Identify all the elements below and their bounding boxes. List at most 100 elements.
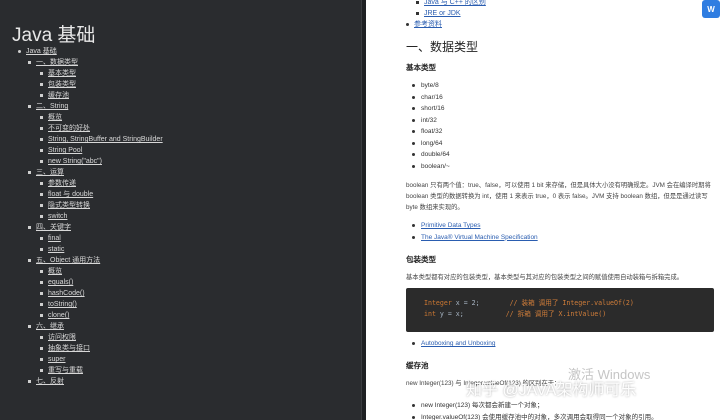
list-item: double/64	[412, 149, 450, 161]
bullet-icon	[40, 237, 43, 240]
toc-subitem[interactable]: switch	[40, 211, 163, 222]
toc-section[interactable]: 七、反射	[28, 376, 163, 387]
toc-subitem[interactable]: 包装类型	[40, 79, 163, 90]
bullet-icon	[40, 292, 43, 295]
bullet-icon	[40, 160, 43, 163]
bullet-icon	[412, 107, 415, 111]
bullet-icon	[412, 95, 415, 99]
bullet-icon	[40, 369, 43, 372]
toc-subitem[interactable]: 访问权限	[40, 332, 163, 343]
list-item[interactable]: Primitive Data Types	[412, 220, 538, 232]
toc-subitem[interactable]: 概览	[40, 112, 163, 123]
code-line: int y = x; // 拆箱 调用了 X.intValue()	[424, 310, 607, 318]
toc-subitem[interactable]: final	[40, 233, 163, 244]
bullet-icon	[412, 235, 415, 239]
bullet-icon	[28, 61, 31, 64]
subheading-cache: 缓存池	[406, 361, 429, 370]
bullet-icon	[28, 380, 31, 383]
bullet-icon	[40, 336, 43, 339]
top-nav: Java 与 C++ 的区别 JRE or JDK 参考资料	[406, 0, 486, 30]
toc-section[interactable]: 六、继承	[28, 321, 163, 332]
nav-item[interactable]: JRE or JDK	[416, 8, 486, 19]
toc-subitem[interactable]: 基本类型	[40, 68, 163, 79]
cache-list: new Integer(123) 每次都会新建一个对象； Integer.val…	[412, 400, 658, 420]
toc-section[interactable]: 五、Object 通用方法	[28, 255, 163, 266]
nav-item[interactable]: 参考资料	[406, 19, 486, 30]
zhihu-watermark: 知乎 @JAVA架构师可乐	[466, 382, 637, 399]
toc-subitem[interactable]: String, StringBuffer and StringBuilder	[40, 134, 163, 145]
bullet-icon	[28, 226, 31, 229]
list-item: char/16	[412, 92, 450, 104]
bullet-icon	[40, 347, 43, 350]
toc-section[interactable]: 三、运算	[28, 167, 163, 178]
toc-subitem[interactable]: clone()	[40, 310, 163, 321]
bullet-icon	[412, 404, 415, 408]
bullet-icon	[28, 171, 31, 174]
list-item: short/16	[412, 103, 450, 115]
toc-subitem[interactable]: equals()	[40, 277, 163, 288]
toc-subitem[interactable]: 缓存池	[40, 90, 163, 101]
bullet-icon	[40, 116, 43, 119]
list-item: boolean/~	[412, 161, 450, 173]
bullet-icon	[28, 259, 31, 262]
list-item: long/64	[412, 138, 450, 150]
toc-section[interactable]: 一、数据类型	[28, 57, 163, 68]
toc-list: Java 基础 一、数据类型 基本类型 包装类型 缓存池 二、String 概览 不可变的好…	[18, 46, 163, 387]
toc-subitem[interactable]: 不可变的好处	[40, 123, 163, 134]
bullet-icon	[40, 83, 43, 86]
bullet-icon	[412, 224, 415, 228]
toc-pane: Java 基础 Java 基础 一、数据类型 基本类型 包装类型 缓存池 二、Strin…	[0, 0, 362, 420]
section-heading: 一、数据类型	[406, 40, 479, 54]
bullet-icon	[40, 303, 43, 306]
bullet-icon	[40, 94, 43, 97]
toc-subitem[interactable]: static	[40, 244, 163, 255]
toc-subitem[interactable]: super	[40, 354, 163, 365]
reference-list: Primitive Data Types The Java® Virtual M…	[412, 220, 538, 243]
bullet-icon	[412, 342, 415, 346]
toc-subitem[interactable]: 抽象类与接口	[40, 343, 163, 354]
bullet-icon	[40, 182, 43, 185]
bullet-icon	[412, 415, 415, 419]
list-item: Integer.valueOf(123) 会使用缓存池中的对象，多次调用会取得同…	[412, 412, 658, 420]
boolean-paragraph: boolean 只有两个值：true、false，可以使用 1 bit 来存储，…	[406, 182, 711, 211]
bullet-icon	[412, 164, 415, 168]
list-item: int/32	[412, 115, 450, 127]
bullet-icon	[40, 127, 43, 130]
bullet-icon	[40, 193, 43, 196]
nav-item[interactable]: Java 与 C++ 的区别	[416, 0, 486, 8]
code-line: Integer x = 2; // 装箱 调用了 Integer.valueOf…	[424, 299, 634, 307]
content-pane: Java 与 C++ 的区别 JRE or JDK 参考资料 一、数据类型 基本…	[366, 0, 720, 420]
toc-subitem[interactable]: String Pool	[40, 145, 163, 156]
list-item: new Integer(123) 每次都会新建一个对象；	[412, 400, 658, 412]
bullet-icon	[416, 1, 419, 4]
toc-section[interactable]: 二、String	[28, 101, 163, 112]
list-item[interactable]: The Java® Virtual Machine Specification	[412, 232, 538, 244]
toc-subitem[interactable]: 重写与重载	[40, 365, 163, 376]
toc-section[interactable]: 四、关键字	[28, 222, 163, 233]
toc-subitem[interactable]: 概览	[40, 266, 163, 277]
bullet-icon	[40, 358, 43, 361]
toc-subitem[interactable]: toString()	[40, 299, 163, 310]
bullet-icon	[40, 248, 43, 251]
bullet-icon	[40, 204, 43, 207]
bullet-icon	[18, 50, 21, 53]
toc-title: Java 基础	[12, 25, 96, 46]
autoboxing-list: Autoboxing and Unboxing	[412, 338, 495, 350]
toc-root[interactable]: Java 基础	[18, 46, 163, 57]
toc-subitem[interactable]: 参数传递	[40, 178, 163, 189]
bullet-icon	[406, 23, 409, 26]
bullet-icon	[40, 270, 43, 273]
bullet-icon	[40, 149, 43, 152]
list-item: float/32	[412, 126, 450, 138]
bullet-icon	[40, 138, 43, 141]
toc-subitem[interactable]: 隐式类型转换	[40, 200, 163, 211]
app-badge-icon[interactable]: W	[702, 0, 720, 18]
bullet-icon	[412, 141, 415, 145]
toc-subitem[interactable]: hashCode()	[40, 288, 163, 299]
toc-subitem[interactable]: float 与 double	[40, 189, 163, 200]
bullet-icon	[40, 314, 43, 317]
toc-subitem[interactable]: new String("abc")	[40, 156, 163, 167]
subheading-basic: 基本类型	[406, 63, 436, 72]
bullet-icon	[416, 12, 419, 15]
list-item[interactable]: Autoboxing and Unboxing	[412, 338, 495, 350]
